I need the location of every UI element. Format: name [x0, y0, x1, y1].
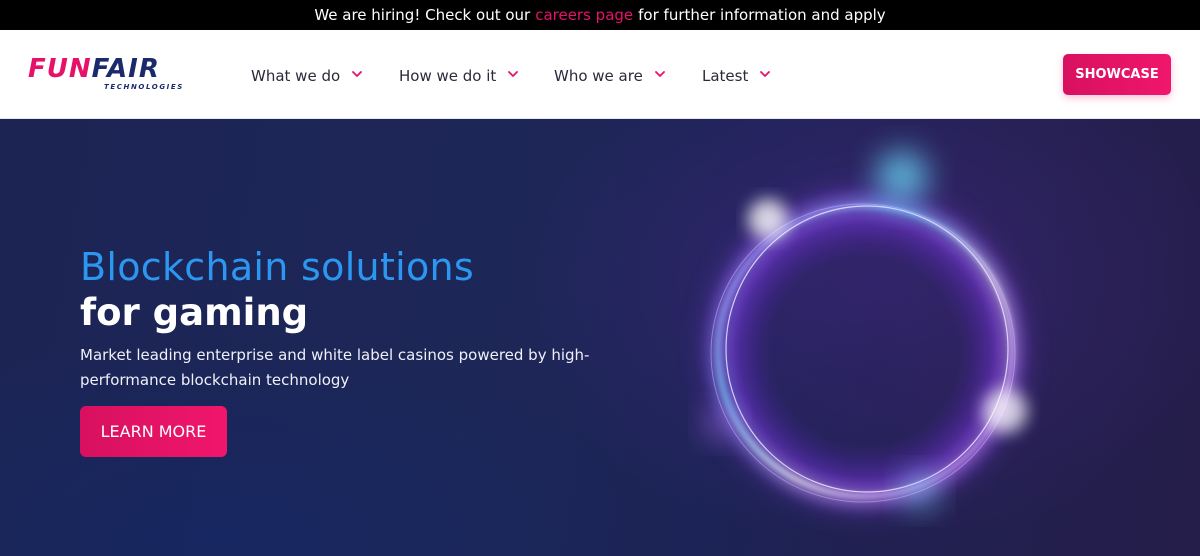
logo-tagline: TECHNOLOGIES: [104, 83, 184, 91]
careers-page-link[interactable]: careers page: [535, 6, 633, 24]
hero-subtitle: for gaming: [80, 291, 309, 334]
hero-description: Market leading enterprise and white labe…: [80, 346, 590, 389]
announcement-text-before: We are hiring! Check out our: [314, 6, 531, 24]
ring-flare-top-right: [876, 151, 928, 203]
chevron-down-icon: [352, 71, 363, 77]
nav-item-label: How we do it: [399, 67, 497, 85]
funfair-logo[interactable]: FUNFAIR TECHNOLOGIES: [28, 54, 198, 98]
chevron-down-icon: [654, 71, 665, 77]
hero-title: Blockchain solutions: [80, 245, 475, 289]
nav-item-label: What we do: [251, 67, 341, 85]
ring-flare-bottom: [902, 473, 938, 509]
logo-wordmark: FUNFAIR: [28, 54, 160, 84]
ring-inner: [735, 221, 995, 481]
nav-item-label: Latest: [702, 67, 749, 85]
showcase-button[interactable]: SHOWCASE: [1063, 54, 1171, 95]
nav-item-how-we-do-it[interactable]: How we do it: [399, 64, 519, 88]
announcement-text-after: for further information and apply: [638, 6, 886, 24]
navbar: FUNFAIR TECHNOLOGIES What we do How we d…: [0, 30, 1200, 119]
learn-more-button[interactable]: LEARN MORE: [80, 406, 227, 457]
glowing-ring-graphic: [695, 151, 1035, 521]
nav-item-latest[interactable]: Latest: [702, 64, 771, 88]
nav-item-what-we-do[interactable]: What we do: [251, 64, 363, 88]
ring-flare-right: [983, 389, 1027, 433]
chevron-down-icon: [508, 71, 519, 77]
ring-flare-left: [704, 408, 736, 440]
logo-fair: FAIR: [91, 54, 160, 84]
logo-fun: FUN: [28, 54, 92, 84]
nav-item-label: Who we are: [554, 67, 643, 85]
chevron-down-icon: [760, 71, 771, 77]
nav-item-who-we-are[interactable]: Who we are: [554, 64, 665, 88]
announcement-bar: We are hiring! Check out our careers pag…: [0, 0, 1200, 30]
ring-flare-top: [748, 199, 788, 239]
hero-section: Blockchain solutions for gaming Market l…: [0, 119, 1200, 556]
